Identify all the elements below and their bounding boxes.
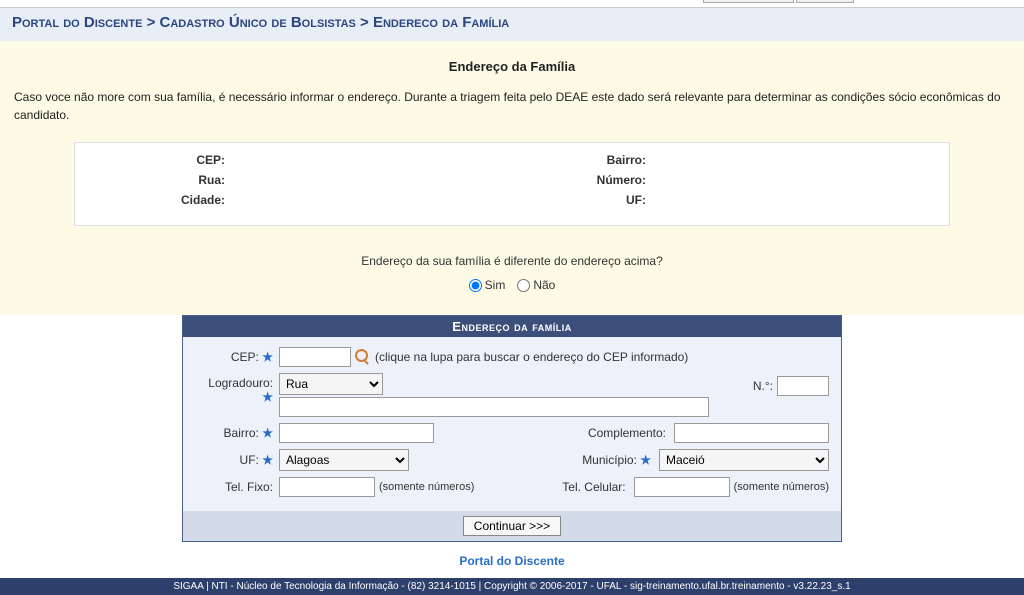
section-title: Endereço da Família: [14, 59, 1010, 74]
address-different-question: Endereço da sua família é diferente do e…: [14, 254, 1010, 268]
logradouro-type-select[interactable]: Rua: [279, 373, 383, 395]
municipio-select[interactable]: Maceió: [659, 449, 829, 471]
tel-celular-hint: (somente números): [734, 481, 829, 493]
cidade-display-value: [231, 193, 512, 207]
radio-no-label[interactable]: Não: [517, 278, 555, 292]
tel-celular-label: Tel. Celular:: [562, 480, 625, 494]
change-password-button[interactable]: Alterar senha: [703, 0, 794, 3]
footer: SIGAA | NTI - Núcleo de Tecnologia da In…: [0, 578, 1024, 595]
uf-label: UF:: [240, 453, 259, 467]
cep-display-label: CEP:: [91, 153, 231, 167]
tel-fixo-label: Tel. Fixo:: [225, 480, 273, 494]
radio-no[interactable]: [517, 279, 530, 292]
numero-input[interactable]: [777, 376, 829, 396]
logradouro-input[interactable]: [279, 397, 709, 417]
bairro-display-value: [652, 153, 933, 167]
uf-display-label: UF:: [512, 193, 652, 207]
logradouro-label: Logradouro:: [208, 376, 273, 390]
radio-yes-label[interactable]: Sim: [469, 278, 506, 292]
bairro-label: Bairro:: [224, 426, 259, 440]
continue-button[interactable]: Continuar >>>: [463, 516, 561, 536]
portal-discente-link[interactable]: Portal do Discente: [459, 554, 564, 568]
tel-fixo-hint: (somente números): [379, 481, 474, 493]
rua-display-value: [231, 173, 512, 187]
required-marker: ★: [262, 350, 273, 364]
cidade-display-label: Cidade:: [91, 193, 231, 207]
required-marker: ★: [262, 390, 273, 404]
tel-celular-input[interactable]: [634, 477, 730, 497]
cep-hint: (clique na lupa para buscar o endereço d…: [375, 350, 688, 364]
help-button[interactable]: Ajuda: [796, 0, 854, 3]
tel-fixo-input[interactable]: [279, 477, 375, 497]
current-address-box: CEP: Bairro: Rua: Número:: [74, 142, 950, 226]
complemento-label: Complemento:: [588, 426, 666, 440]
search-cep-icon[interactable]: [355, 349, 371, 365]
cep-display-value: [231, 153, 512, 167]
numero-display-value: [652, 173, 933, 187]
uf-select[interactable]: Alagoas: [279, 449, 409, 471]
cep-input[interactable]: [279, 347, 351, 367]
bairro-input[interactable]: [279, 423, 434, 443]
help-text: Caso voce não more com sua família, é ne…: [14, 88, 1010, 124]
required-marker: ★: [262, 453, 273, 467]
numero-label: N.°:: [753, 379, 773, 393]
required-marker: ★: [640, 453, 651, 467]
radio-yes[interactable]: [469, 279, 482, 292]
rua-display-label: Rua:: [91, 173, 231, 187]
municipio-label: Município:: [582, 453, 637, 467]
required-marker: ★: [262, 426, 273, 440]
numero-display-label: Número:: [512, 173, 652, 187]
uf-display-value: [652, 193, 933, 207]
bairro-display-label: Bairro:: [512, 153, 652, 167]
complemento-input[interactable]: [674, 423, 829, 443]
cep-label: CEP:: [231, 350, 259, 364]
form-title: Endereço da família: [183, 316, 841, 337]
breadcrumb: Portal do Discente > Cadastro Único de B…: [12, 14, 1012, 31]
